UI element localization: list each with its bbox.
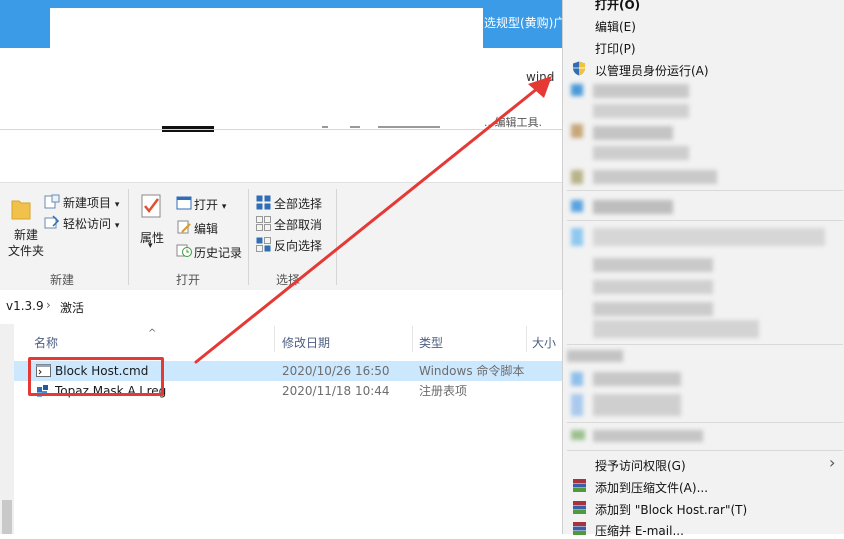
menu-item-edit[interactable]: 编辑(E) xyxy=(595,18,636,35)
menu-separator xyxy=(567,344,843,345)
winrar-icon xyxy=(572,500,587,518)
blurred-menu-text xyxy=(593,126,673,140)
blurred-icon xyxy=(571,430,585,440)
menu-item-open[interactable]: 打开(O) xyxy=(595,0,640,13)
blurred-menu-text xyxy=(593,104,689,118)
menu-item-compress-and-email[interactable]: 压缩并 E-mail... xyxy=(595,522,684,539)
menu-item-grant-access[interactable]: 授予访问权限(G) xyxy=(595,457,686,474)
blurred-icon xyxy=(571,394,583,416)
menu-separator xyxy=(567,450,843,451)
blurred-icon xyxy=(571,228,583,246)
blurred-icon xyxy=(571,124,583,138)
blurred-menu-text xyxy=(593,258,713,272)
submenu-chevron-right-icon: › xyxy=(829,453,836,472)
blurred-menu-text xyxy=(593,372,681,386)
winrar-icon xyxy=(572,478,587,496)
blurred-menu-text xyxy=(593,200,673,214)
blurred-menu-text xyxy=(593,394,681,416)
blurred-icon xyxy=(571,170,583,184)
context-menu: 打开(O) 编辑(E) 打印(P) 以管理员身份运行(A) 授予访问权限(G) … xyxy=(562,0,844,538)
blurred-icon xyxy=(571,200,583,212)
blurred-menu-text xyxy=(593,430,703,442)
blurred-menu-text xyxy=(593,146,689,160)
menu-item-add-to-archive[interactable]: 添加到压缩文件(A)... xyxy=(595,479,708,496)
menu-item-add-to-block-host-rar[interactable]: 添加到 "Block Host.rar"(T) xyxy=(595,501,747,518)
blurred-icon xyxy=(571,84,583,96)
blurred-menu-text xyxy=(593,320,759,338)
blurred-icon xyxy=(571,372,583,386)
menu-separator xyxy=(567,190,843,191)
menu-item-run-as-admin[interactable]: 以管理员身份运行(A) xyxy=(595,62,709,79)
blurred-menu-text xyxy=(593,302,713,316)
blurred-menu-text xyxy=(593,228,825,246)
winrar-icon xyxy=(572,521,587,539)
menu-item-print[interactable]: 打印(P) xyxy=(595,40,636,57)
blurred-menu-text xyxy=(593,170,717,184)
blurred-menu-text xyxy=(593,84,689,98)
menu-separator xyxy=(567,422,843,423)
uac-shield-icon xyxy=(572,61,586,79)
blurred-menu-text xyxy=(567,350,623,362)
menu-separator xyxy=(567,220,843,221)
blurred-menu-text xyxy=(593,280,713,294)
